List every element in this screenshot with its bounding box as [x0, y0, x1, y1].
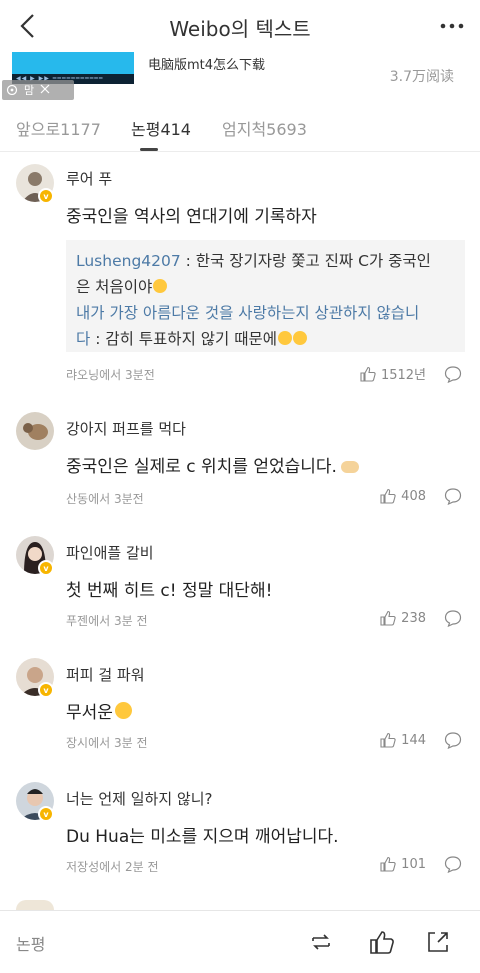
smile-emoji-icon [114, 702, 132, 719]
like-count: 408 [401, 488, 426, 504]
reply-icon[interactable] [444, 487, 462, 505]
quote-link-line3[interactable]: 내가 가장 아름다운 것을 사랑하는지 상관하지 않습니 [76, 304, 419, 322]
comment-input-button[interactable]: 논평 [16, 931, 45, 955]
tab-bar: 앞으로1177 논평414 엄지척5693 [0, 100, 480, 152]
like-button[interactable]: 101 [380, 856, 426, 872]
tab-comments[interactable]: 논평414 [131, 116, 191, 140]
bottom-action-bar: 논평 [0, 910, 480, 973]
quoted-reply[interactable]: Lusheng4207 : 한국 장기자랑 쫓고 진짜 C가 중국인 은 처음이… [66, 240, 465, 352]
quote-link-line4[interactable]: 다 [76, 330, 90, 348]
comment-text: 무서운 [66, 698, 132, 723]
active-tab-indicator [140, 148, 158, 151]
thumbs-up-icon [360, 366, 376, 382]
comment-meta: 저장성에서 2분 전 [66, 860, 159, 874]
like-count: 101 [401, 856, 426, 872]
comment-text: Du Hua는 미소를 지으며 깨어납니다. [66, 827, 339, 847]
thumbs-up-icon [380, 488, 396, 504]
verified-badge-icon: v [38, 560, 54, 576]
like-count: 1512년 [380, 368, 426, 383]
badge-text: 맘 [24, 84, 35, 97]
comment-username[interactable]: 파인애플 갈비 [66, 542, 154, 563]
weibo-logo-icon [6, 83, 18, 98]
like-count: 238 [401, 610, 426, 626]
comment-username[interactable]: 퍼피 걸 파워 [66, 664, 145, 685]
page-title: Weibo의 텍스트 [169, 17, 311, 41]
comment-meta: 랴오닝에서 3분전 [66, 368, 155, 382]
verified-badge-icon: v [38, 188, 54, 204]
avatar[interactable] [16, 412, 54, 450]
laugh-emoji-icon [277, 331, 292, 345]
avatar [16, 900, 54, 910]
thumbs-up-icon[interactable] [369, 929, 395, 955]
thumbs-up-icon [380, 610, 396, 626]
reply-icon[interactable] [444, 365, 462, 383]
close-icon[interactable] [40, 84, 50, 97]
weibo-source-badge[interactable]: 맘 [2, 80, 74, 100]
tab-likes[interactable]: 엄지척5693 [222, 116, 307, 140]
thumbs-up-icon [380, 856, 396, 872]
repost-icon[interactable] [308, 929, 334, 955]
comment-username[interactable]: 강아지 퍼프를 먹다 [66, 418, 186, 439]
share-icon[interactable] [425, 929, 451, 955]
tab-reposts[interactable]: 앞으로1177 [16, 116, 101, 140]
verified-badge-icon: v [38, 806, 54, 822]
laugh-emoji-icon [153, 279, 168, 293]
laugh-emoji-icon [292, 331, 307, 345]
comment-text: 첫 번째 히트 c! 정말 대단해! [66, 581, 273, 601]
reply-icon[interactable] [444, 609, 462, 627]
comment-username[interactable]: 너는 언제 일하지 않니? [66, 788, 212, 809]
more-button[interactable] [434, 8, 470, 44]
top-header: Weibo의 텍스트 [0, 0, 480, 52]
source-post-card[interactable]: ◀◀ ▶ ▶▶ ━━━━━━━━━━━ 맘 电脑版mt4怎么下载 3.7万阅读 [0, 52, 480, 100]
reply-icon[interactable] [444, 855, 462, 873]
reply-icon[interactable] [444, 731, 462, 749]
like-button[interactable]: 1512년 [360, 364, 426, 383]
like-button[interactable]: 238 [380, 610, 426, 626]
read-count: 3.7万阅读 [389, 69, 454, 85]
comment-text: 중국인을 역사의 연대기에 기록하자 [66, 207, 317, 227]
like-button[interactable]: 144 [380, 732, 426, 748]
like-button[interactable]: 408 [380, 488, 426, 504]
quote-line4: : 감히 투표하지 않기 때문에 [90, 330, 277, 348]
quote-line2: 은 처음이야 [76, 278, 153, 296]
thumbs-up-icon [380, 732, 396, 748]
comment-meta: 산동에서 3분전 [66, 492, 144, 506]
comment-text: 중국인은 실제로 c 위치를 얻었습니다. [66, 452, 359, 477]
comment-username[interactable]: 루어 푸 [66, 168, 112, 189]
source-title[interactable]: 电脑版mt4怎么下载 [148, 54, 265, 73]
hands-emoji-icon [340, 461, 359, 473]
quote-author-link[interactable]: Lusheng4207 [76, 252, 181, 270]
verified-badge-icon: v [38, 682, 54, 698]
like-count: 144 [401, 732, 426, 748]
quote-line1: : 한국 장기자랑 쫓고 진짜 C가 중국인 [180, 252, 431, 270]
more-dots-icon [440, 23, 464, 29]
comment-meta: 푸젠에서 3분 전 [66, 614, 148, 628]
comment-meta: 장시에서 3분 전 [66, 736, 148, 750]
